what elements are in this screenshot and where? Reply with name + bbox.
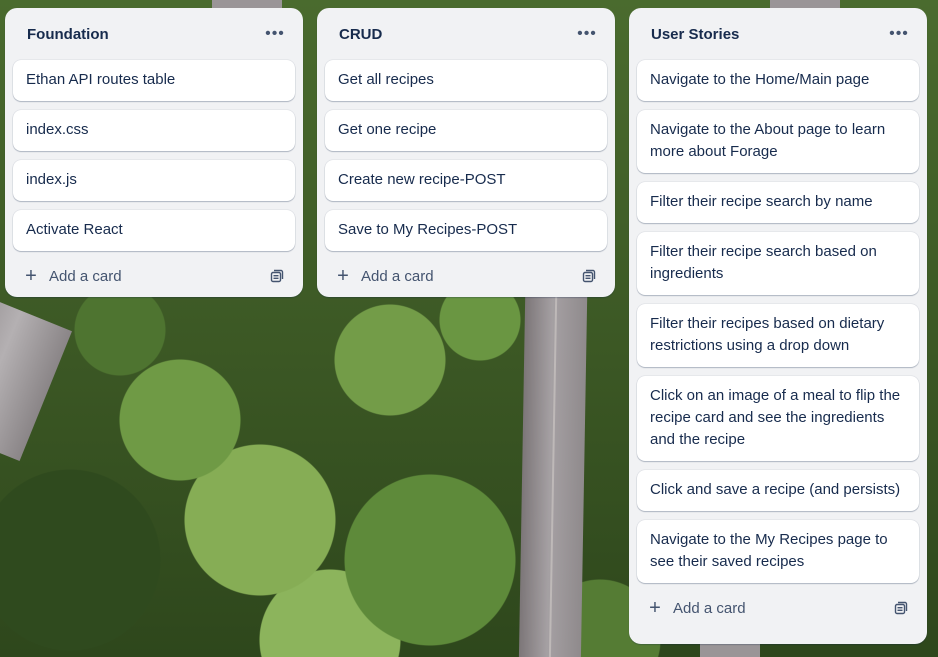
add-card-button[interactable]: + Add a card — [335, 266, 575, 286]
list-footer: + Add a card — [637, 583, 919, 633]
card[interactable]: Click and save a recipe (and persists) — [637, 470, 919, 511]
card[interactable]: Filter their recipe search based on ingr… — [637, 232, 919, 295]
card[interactable]: Navigate to the Home/Main page — [637, 60, 919, 101]
card[interactable]: Navigate to the About page to learn more… — [637, 110, 919, 173]
more-horizontal-icon[interactable]: ••• — [573, 20, 601, 48]
add-card-button[interactable]: + Add a card — [23, 266, 263, 286]
list-footer: + Add a card — [325, 251, 607, 301]
list-user-stories: User Stories ••• Navigate to the Home/Ma… — [629, 8, 927, 644]
card-template-icon[interactable] — [575, 262, 603, 290]
card[interactable]: Get one recipe — [325, 110, 607, 151]
card[interactable]: Filter their recipe search by name — [637, 182, 919, 223]
card-list: Navigate to the Home/Main page Navigate … — [637, 60, 919, 583]
card-list: Get all recipes Get one recipe Create ne… — [325, 60, 607, 251]
card-template-icon[interactable] — [887, 594, 915, 622]
add-card-label: Add a card — [673, 599, 746, 617]
card[interactable]: index.js — [13, 160, 295, 201]
card[interactable]: index.css — [13, 110, 295, 151]
card[interactable]: Navigate to the My Recipes page to see t… — [637, 520, 919, 583]
card[interactable]: Activate React — [13, 210, 295, 251]
card[interactable]: Filter their recipes based on dietary re… — [637, 304, 919, 367]
list-footer: + Add a card — [13, 251, 295, 301]
plus-icon: + — [25, 265, 37, 287]
list-title[interactable]: CRUD — [339, 26, 573, 43]
more-horizontal-icon[interactable]: ••• — [261, 20, 289, 48]
card[interactable]: Click on an image of a meal to flip the … — [637, 376, 919, 461]
add-card-label: Add a card — [361, 267, 434, 285]
list-header: Foundation ••• — [13, 8, 295, 60]
list-foundation: Foundation ••• Ethan API routes table in… — [5, 8, 303, 297]
card-template-icon[interactable] — [263, 262, 291, 290]
more-horizontal-icon[interactable]: ••• — [885, 20, 913, 48]
plus-icon: + — [337, 265, 349, 287]
list-title[interactable]: Foundation — [27, 26, 261, 43]
plus-icon: + — [649, 597, 661, 619]
list-crud: CRUD ••• Get all recipes Get one recipe … — [317, 8, 615, 297]
card[interactable]: Get all recipes — [325, 60, 607, 101]
card-list: Ethan API routes table index.css index.j… — [13, 60, 295, 251]
card[interactable]: Save to My Recipes-POST — [325, 210, 607, 251]
list-header: CRUD ••• — [325, 8, 607, 60]
list-header: User Stories ••• — [637, 8, 919, 60]
add-card-label: Add a card — [49, 267, 122, 285]
list-title[interactable]: User Stories — [651, 26, 885, 43]
add-card-button[interactable]: + Add a card — [647, 598, 887, 618]
card[interactable]: Create new recipe-POST — [325, 160, 607, 201]
card[interactable]: Ethan API routes table — [13, 60, 295, 101]
